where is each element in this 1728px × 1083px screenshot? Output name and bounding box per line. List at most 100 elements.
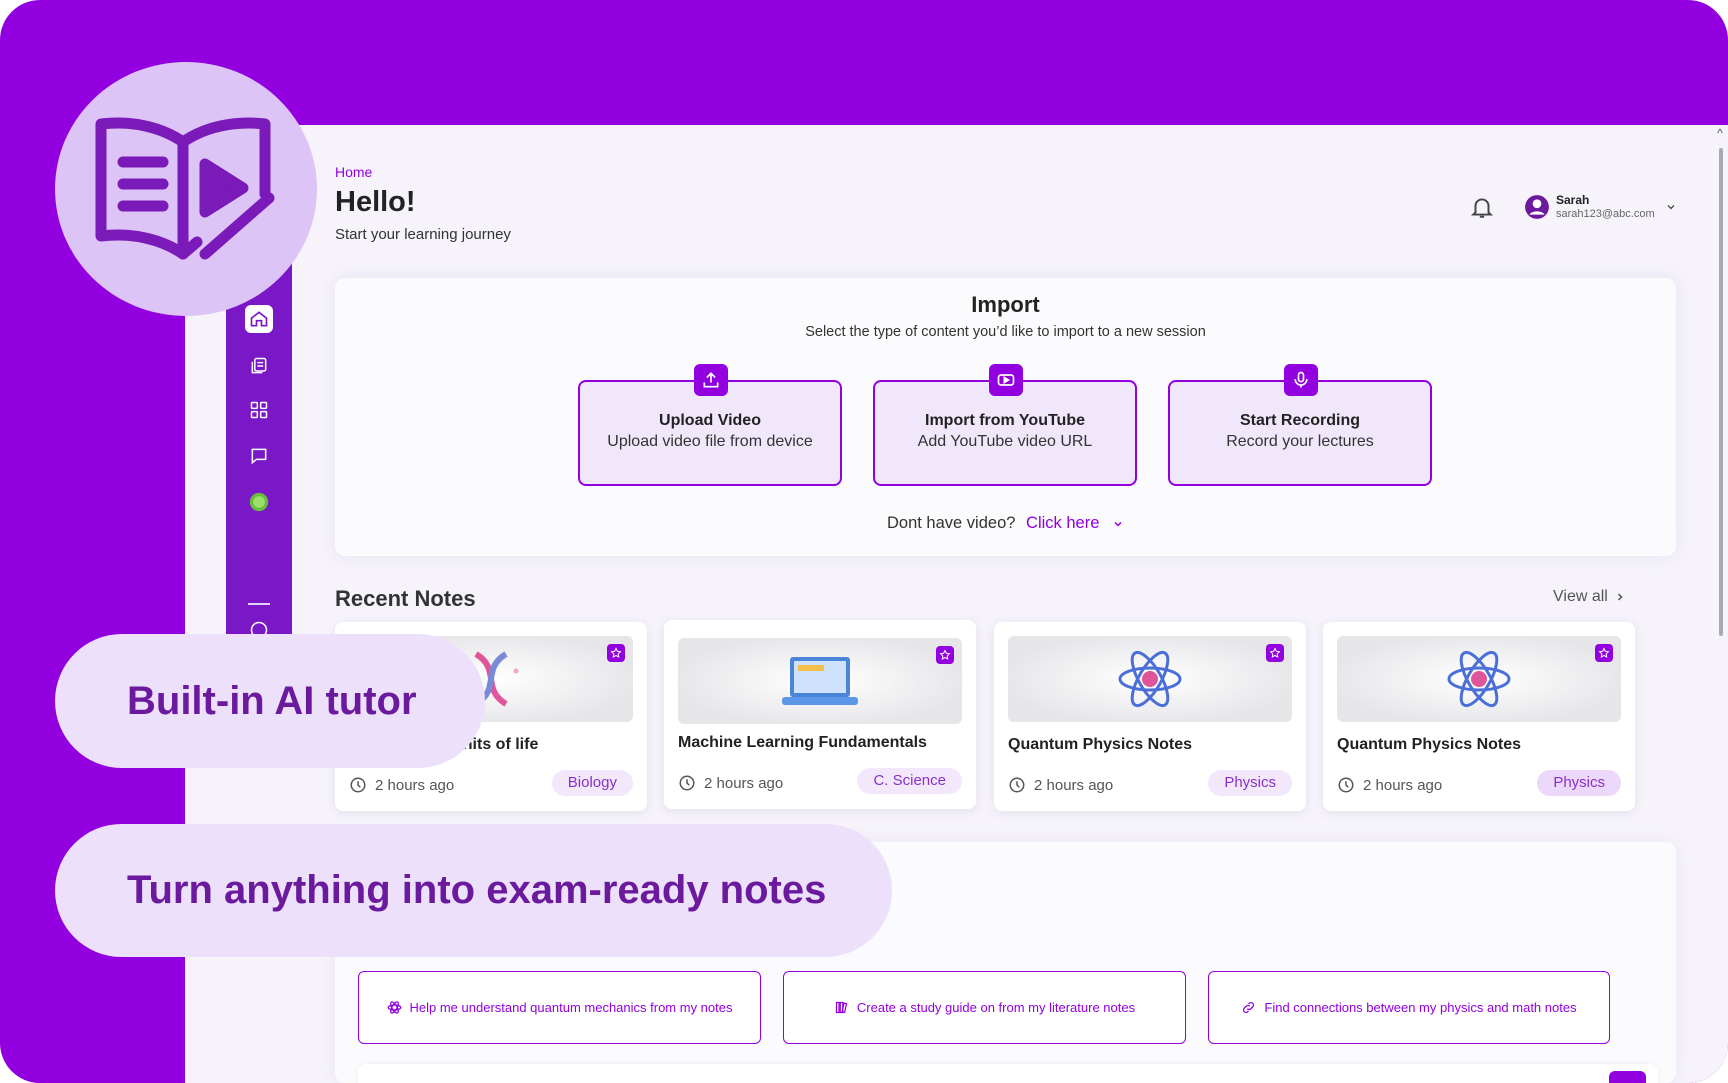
atom-icon: [1118, 650, 1182, 708]
chevron-down-icon[interactable]: [1112, 518, 1124, 530]
atom-icon: [1447, 650, 1511, 708]
note-time-label: 2 hours ago: [375, 776, 455, 794]
note-time: 2 hours ago: [1337, 776, 1442, 794]
breadcrumb[interactable]: Home: [335, 164, 372, 180]
avatar: [1525, 195, 1549, 219]
option-desc: Upload video file from device: [607, 433, 813, 450]
chevron-down-icon: [1667, 205, 1675, 210]
recent-notes-title: Recent Notes: [335, 586, 476, 611]
app-logo: [55, 62, 317, 316]
prompt-suggestion[interactable]: Create a study guide on from my literatu…: [783, 971, 1186, 1044]
prompt-text: Help me understand quantum mechanics fro…: [409, 1000, 733, 1015]
star-icon: [610, 647, 622, 658]
youtube-icon: [989, 364, 1023, 396]
view-all-label: View all: [1553, 588, 1608, 605]
note-card[interactable]: Quantum Physics Notes 2 hours ago Physic…: [1323, 622, 1635, 811]
note-time-label: 2 hours ago: [704, 774, 784, 792]
favorite-button[interactable]: [607, 644, 625, 662]
note-tag: C. Science: [857, 768, 962, 794]
sidebar-item-apps[interactable]: [245, 396, 273, 424]
star-icon: [1598, 647, 1610, 658]
no-video-text: Dont have video?: [887, 514, 1016, 532]
user-email: sarah123@abc.com: [1556, 208, 1655, 220]
sidebar-item-chat[interactable]: [245, 442, 273, 470]
prompt-text: Find connections between my physics and …: [1264, 1000, 1577, 1015]
sidebar: [226, 250, 292, 670]
grid-icon: [250, 401, 268, 419]
favorite-button[interactable]: [1266, 644, 1284, 662]
note-title: Quantum Physics Notes: [1008, 736, 1193, 753]
note-thumbnail: [678, 638, 962, 724]
atom-small-icon: [387, 1001, 401, 1014]
guru-avatar-icon: [249, 492, 269, 512]
user-info: Sarah sarah123@abc.com: [1556, 193, 1655, 221]
scroll-up-arrow[interactable]: ^: [1712, 126, 1728, 140]
clock-icon: [1009, 777, 1025, 793]
page-title: Hello!: [335, 186, 416, 218]
click-here-link[interactable]: Click here: [1026, 514, 1099, 532]
note-thumbnail: [1337, 636, 1621, 722]
feature-pill-text: Built-in AI tutor: [127, 678, 417, 723]
import-subtitle: Select the type of content you’d like to…: [805, 324, 1206, 340]
feature-pill-text: Turn anything into exam-ready notes: [127, 868, 827, 912]
view-all-link[interactable]: View all: [1553, 588, 1626, 606]
star-icon: [939, 649, 951, 660]
no-video-row: Dont have video? Click here: [335, 514, 1676, 533]
link-icon: [1243, 1002, 1255, 1013]
prompt-text: Create a study guide on from my literatu…: [856, 1000, 1136, 1015]
option-desc: Record your lectures: [1226, 433, 1374, 450]
microphone-icon: [1284, 364, 1318, 396]
option-title: Import from YouTube: [925, 412, 1085, 429]
sidebar-divider: [248, 603, 270, 605]
note-card[interactable]: Quantum Physics Notes 2 hours ago Physic…: [994, 622, 1306, 811]
prompt-suggestion[interactable]: Help me understand quantum mechanics fro…: [358, 971, 761, 1044]
page-subtitle: Start your learning journey: [335, 226, 511, 243]
home-icon: [250, 311, 268, 327]
note-tag: Physics: [1208, 770, 1292, 796]
option-title: Start Recording: [1239, 412, 1360, 429]
bell-icon[interactable]: [1469, 194, 1495, 220]
start-recording-button[interactable]: Start Recording Record your lectures: [1168, 364, 1432, 486]
sidebar-item-home[interactable]: [245, 305, 273, 333]
note-card[interactable]: Machine Learning Fundamentals 2 hours ag…: [664, 620, 976, 809]
sidebar-item-notes[interactable]: [245, 352, 273, 380]
upload-video-button[interactable]: Upload Video Upload video file from devi…: [578, 364, 842, 486]
user-menu[interactable]: Sarah sarah123@abc.com: [1524, 193, 1677, 221]
chat-input[interactable]: [358, 1064, 1658, 1083]
chevron-right-icon: [1617, 593, 1623, 601]
laptop-icon: [782, 657, 858, 705]
note-tag: Biology: [551, 770, 633, 796]
notes-icon: [251, 357, 267, 374]
clock-icon: [350, 777, 366, 793]
star-icon: [1269, 647, 1281, 658]
clock-icon: [1338, 777, 1354, 793]
note-time-label: 2 hours ago: [1034, 776, 1114, 794]
import-panel: Import Select the type of content you’d …: [335, 278, 1676, 556]
option-desc: Add YouTube video URL: [917, 433, 1093, 450]
upload-icon: [694, 364, 728, 396]
user-name: Sarah: [1556, 193, 1590, 207]
note-time: 2 hours ago: [678, 774, 783, 792]
import-youtube-button[interactable]: Import from YouTube Add YouTube video UR…: [873, 364, 1137, 486]
import-title: Import: [971, 292, 1040, 317]
prompt-suggestion[interactable]: Find connections between my physics and …: [1208, 971, 1610, 1044]
note-time-label: 2 hours ago: [1363, 776, 1443, 794]
option-title: Upload Video: [659, 412, 761, 429]
feature-pill-exam-notes: Turn anything into exam-ready notes: [55, 824, 892, 957]
book-play-logo-icon: [95, 117, 275, 260]
send-button[interactable]: [1609, 1071, 1646, 1083]
note-title: Machine Learning Fundamentals: [678, 734, 927, 751]
sidebar-item-guru[interactable]: [245, 488, 273, 516]
favorite-button[interactable]: [936, 646, 954, 664]
note-title: Quantum Physics Notes: [1337, 736, 1522, 753]
note-thumbnail: [1008, 636, 1292, 722]
clock-icon: [679, 775, 695, 791]
favorite-button[interactable]: [1595, 644, 1613, 662]
scrollbar-thumb[interactable]: [1719, 148, 1723, 636]
note-tag: Physics: [1537, 770, 1621, 796]
books-icon: [835, 1001, 848, 1014]
chat-icon: [251, 448, 267, 465]
note-time: 2 hours ago: [349, 776, 454, 794]
feature-pill-ai-tutor: Built-in AI tutor: [55, 634, 485, 768]
note-time: 2 hours ago: [1008, 776, 1113, 794]
